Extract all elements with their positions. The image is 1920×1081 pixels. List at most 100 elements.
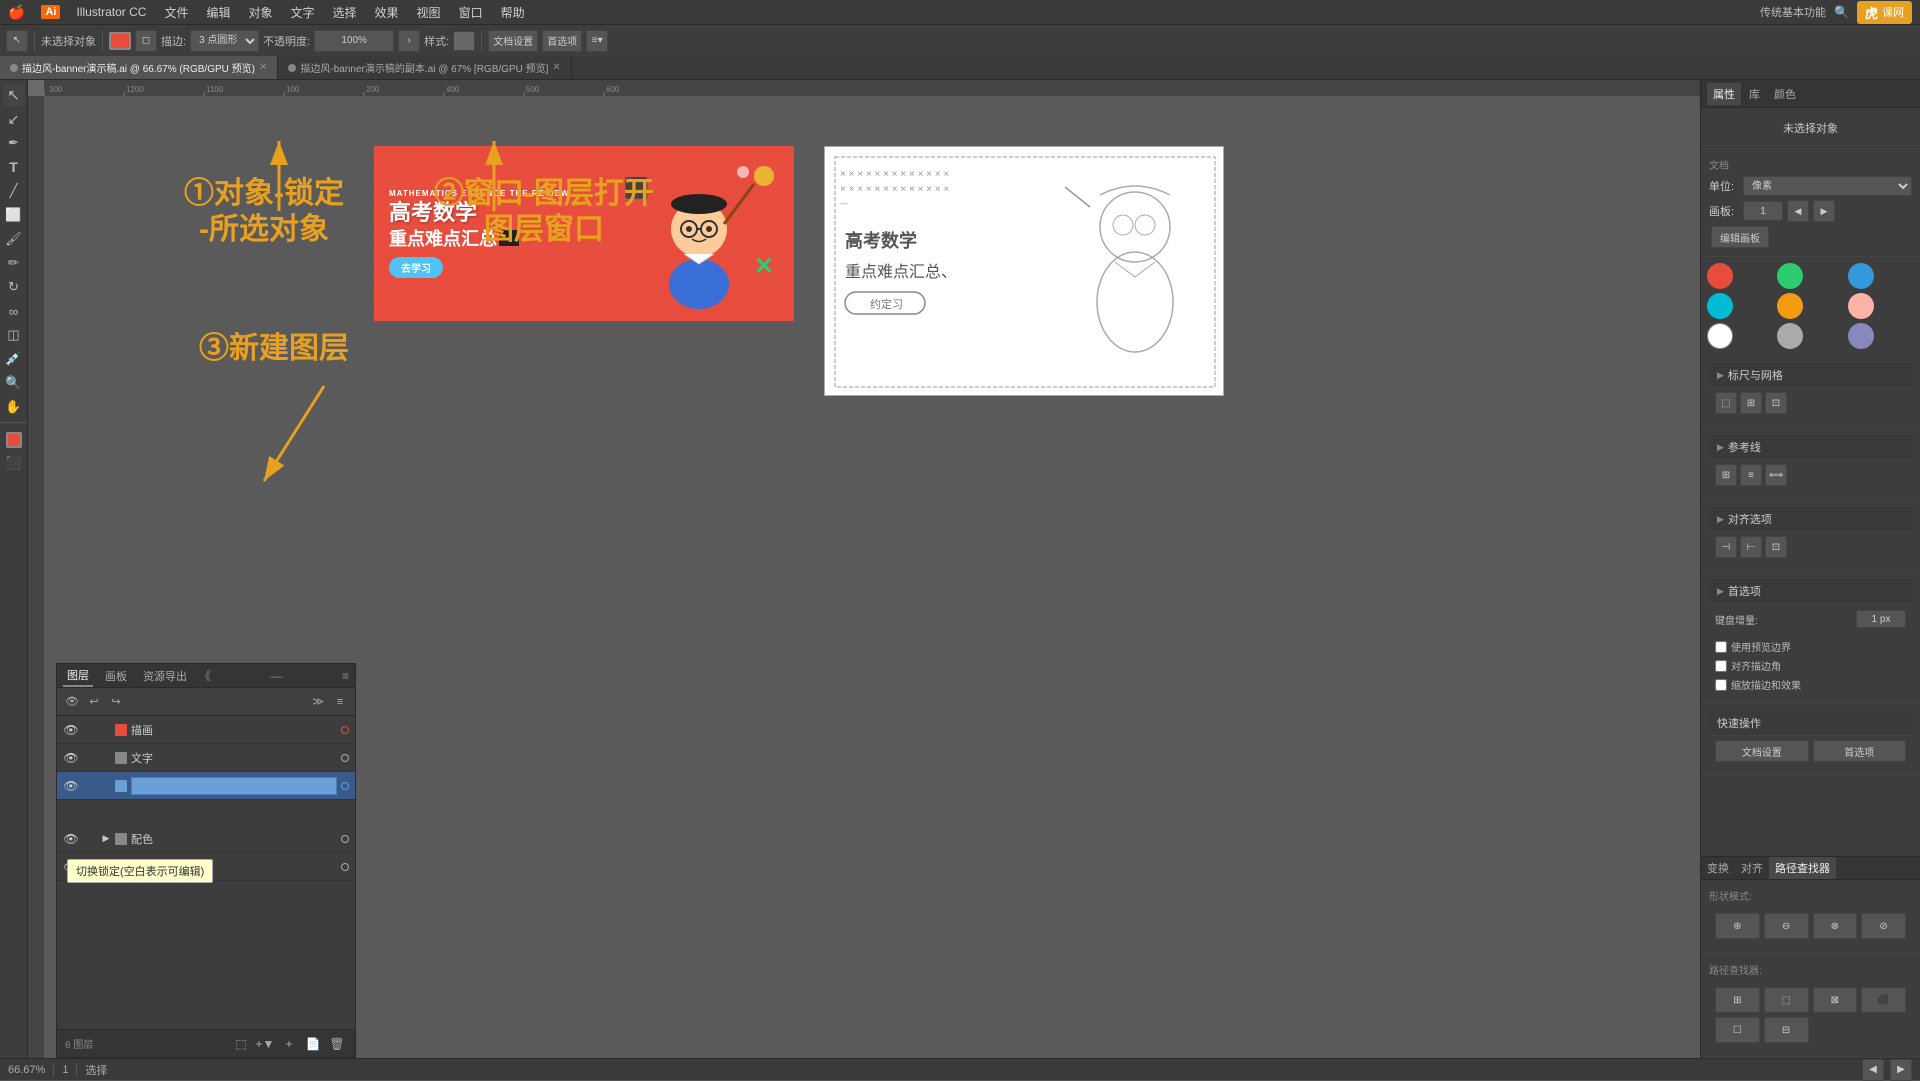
layer-name-editing-input[interactable] — [131, 777, 337, 795]
menu-object[interactable]: 对象 — [240, 2, 280, 23]
align-left-btn[interactable]: ⊣ — [1715, 536, 1737, 558]
stroke-type-select[interactable]: 3 点圆形 — [190, 30, 259, 52]
selection-tool-btn[interactable]: ↖ — [6, 30, 28, 52]
type-tool[interactable]: T — [3, 156, 25, 178]
pen-tool[interactable]: ✒ — [3, 132, 25, 154]
color-blue[interactable] — [1848, 263, 1874, 289]
color-gray[interactable] — [1777, 323, 1803, 349]
layer-eye-miaohua[interactable]: 👁 — [63, 723, 79, 737]
menu-text[interactable]: 文字 — [283, 2, 323, 23]
delete-layer-btn[interactable]: 🗑 — [327, 1034, 347, 1054]
panel-collapse-btn[interactable]: 《 — [199, 667, 211, 684]
trim-btn[interactable]: ⬚ — [1764, 987, 1809, 1013]
tab-1[interactable]: 描边风-banner演示稿.ai @ 66.67% (RGB/GPU 预览) ✕ — [0, 56, 278, 79]
rpanel-tab-properties[interactable]: 属性 — [1707, 83, 1741, 105]
layer-row-peise[interactable]: 👁 ▶ 配色 — [57, 825, 355, 853]
ruler-icon-1[interactable]: ⬚ — [1715, 392, 1737, 414]
direct-select-tool[interactable]: ↙ — [3, 108, 25, 130]
use-preview-checkbox[interactable] — [1715, 641, 1727, 653]
gradient-tool[interactable]: ◫ — [3, 324, 25, 346]
search-icon[interactable]: 🔍 — [1834, 5, 1849, 19]
guide-icon-1[interactable]: ⊞ — [1715, 464, 1737, 486]
color-purple[interactable] — [1848, 323, 1874, 349]
crop-btn[interactable]: ⬛ — [1861, 987, 1906, 1013]
pencil-tool[interactable]: ✏ — [3, 252, 25, 274]
minus-front-btn[interactable]: ⊖ — [1764, 913, 1809, 939]
rect-tool[interactable]: ⬜ — [3, 204, 25, 226]
guide-icon-2[interactable]: ≡ — [1740, 464, 1762, 486]
brush-tool[interactable]: 🖌 — [3, 228, 25, 250]
rpanel-tab-library[interactable]: 库 — [1743, 83, 1766, 105]
opacity-arrow[interactable]: › — [398, 30, 420, 52]
layer-eye-wenzi[interactable]: 👁 — [63, 751, 79, 765]
tab-2-close[interactable]: ✕ — [552, 62, 560, 73]
screen-mode[interactable]: ⬛ — [3, 452, 25, 474]
panel-tab-export[interactable]: 资源导出 — [139, 666, 191, 686]
color-red[interactable] — [1707, 263, 1733, 289]
menu-effects[interactable]: 效果 — [367, 2, 407, 23]
menu-window[interactable]: 窗口 — [451, 2, 491, 23]
merge-btn[interactable]: ⊠ — [1813, 987, 1858, 1013]
layer-row-miaohuas[interactable]: 👁 描画 — [57, 716, 355, 744]
bottom-tab-pathfinder[interactable]: 路径查找器 — [1769, 857, 1836, 879]
new-layer-2-btn[interactable]: 📄 — [303, 1034, 323, 1054]
guide-icon-3[interactable]: ⟺ — [1765, 464, 1787, 486]
layer-eye-peise[interactable]: 👁 — [63, 832, 79, 846]
edit-artboard-btn[interactable]: 编辑画板 — [1711, 226, 1769, 248]
ruler-icon-2[interactable]: ⊞ — [1740, 392, 1762, 414]
color-white[interactable] — [1707, 323, 1733, 349]
color-green[interactable] — [1777, 263, 1803, 289]
panel-close-btn[interactable]: — — [271, 669, 283, 683]
preferences-toolbar-btn[interactable]: 首选项 — [542, 30, 582, 52]
intersect-btn[interactable]: ⊗ — [1813, 913, 1858, 939]
minus-back-btn[interactable]: ⊟ — [1764, 1017, 1809, 1043]
rulers-expand[interactable]: ▶ — [1717, 370, 1724, 381]
raster-effects-checkbox[interactable] — [1715, 679, 1727, 691]
divide-btn[interactable]: ⊞ — [1715, 987, 1760, 1013]
layer-expand-peise[interactable]: ▶ — [101, 833, 111, 844]
rpanel-tab-color[interactable]: 颜色 — [1768, 83, 1802, 105]
color-cyan[interactable] — [1707, 293, 1733, 319]
tab-2[interactable]: 描边风-banner演示稿的副本.ai @ 67% [RGB/GPU 预览] ✕ — [278, 56, 571, 79]
bottom-tab-transform[interactable]: 变换 — [1701, 857, 1735, 879]
prev-artboard-btn[interactable]: ◀ — [1787, 200, 1809, 222]
banner-cta[interactable]: 去学习 — [389, 257, 443, 278]
ruler-icon-3[interactable]: ⊡ — [1765, 392, 1787, 414]
artboard-input[interactable] — [1743, 201, 1783, 221]
line-tool[interactable]: ╱ — [3, 180, 25, 202]
menu-illustrator[interactable]: Illustrator CC — [68, 3, 154, 21]
panel-tab-layers[interactable]: 图层 — [63, 665, 93, 687]
prefs-expand[interactable]: ▶ — [1717, 586, 1724, 597]
layer-row-wenzi[interactable]: 👁 文字 — [57, 744, 355, 772]
align-expand[interactable]: ▶ — [1717, 514, 1724, 525]
new-layer-btn[interactable]: + — [279, 1034, 299, 1054]
stroke-btn[interactable]: ◻ — [135, 30, 157, 52]
make-clipping-btn[interactable]: ⬚ — [231, 1034, 251, 1054]
zoom-tool[interactable]: 🔍 — [3, 372, 25, 394]
play-btn[interactable]: ▶ — [1890, 1059, 1912, 1081]
layers-tool-arrow2[interactable]: ↪ — [107, 693, 125, 711]
select-tool[interactable]: ↖ — [3, 84, 25, 106]
quick-doc-settings-btn[interactable]: 文档设置 — [1715, 740, 1809, 762]
quick-prefs-btn[interactable]: 首选项 — [1813, 740, 1907, 762]
menu-help[interactable]: 帮助 — [493, 2, 533, 23]
color-pink[interactable] — [1848, 293, 1874, 319]
new-sublayer-btn[interactable]: +▼ — [255, 1034, 275, 1054]
menu-edit[interactable]: 编辑 — [198, 2, 238, 23]
outline-btn[interactable]: ☐ — [1715, 1017, 1760, 1043]
layer-row-editing[interactable]: 👁 — [57, 772, 355, 800]
apple-menu[interactable]: 🍎 — [8, 4, 25, 21]
blend-tool[interactable]: ∞ — [3, 300, 25, 322]
canvas-area[interactable]: 300 1200 1100 100 200 400 500 600 — [28, 80, 1700, 1058]
panel-menu-btn[interactable]: ≡ — [342, 669, 349, 683]
layers-menu-btn[interactable]: ≫ — [309, 693, 327, 711]
panel-tab-artboards[interactable]: 画板 — [101, 666, 131, 686]
opacity-input[interactable] — [314, 30, 394, 52]
tab-1-close[interactable]: ✕ — [259, 62, 267, 73]
guides-expand[interactable]: ▶ — [1717, 442, 1724, 453]
hand-tool[interactable]: ✋ — [3, 396, 25, 418]
fill-tool[interactable] — [6, 432, 22, 448]
bottom-tab-align[interactable]: 对齐 — [1735, 857, 1769, 879]
style-swatch[interactable] — [453, 31, 475, 51]
align-right-btn[interactable]: ⊡ — [1765, 536, 1787, 558]
